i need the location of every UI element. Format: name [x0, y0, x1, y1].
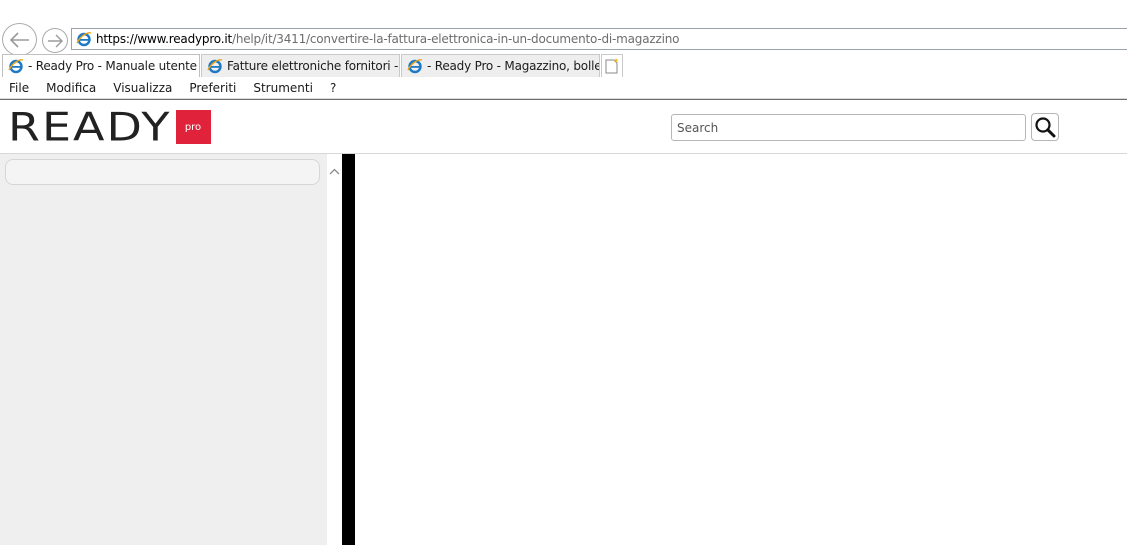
logo-wordmark: READY: [8, 104, 172, 150]
tab-label: - Ready Pro - Magazzino, bolle...: [427, 59, 600, 73]
menu-preferiti[interactable]: Preferiti: [180, 81, 244, 95]
menu-bar: File Modifica Visualizza Preferiti Strum…: [0, 77, 1127, 99]
forward-arrow-icon: [48, 34, 63, 47]
logo-badge: pro: [175, 110, 211, 144]
tab-fatture-elettroniche[interactable]: Fatture elettroniche fornitori - ...: [201, 54, 400, 77]
ie-page-icon: [207, 59, 223, 74]
forward-button[interactable]: [42, 28, 68, 53]
search-button[interactable]: [1031, 113, 1059, 141]
main-content: [355, 154, 1127, 545]
site-logo[interactable]: READY pro: [8, 107, 211, 147]
menu-strumenti[interactable]: Strumenti: [244, 81, 321, 95]
menu-help[interactable]: ?: [321, 81, 344, 95]
ie-page-icon: [76, 32, 92, 47]
toc-panel: [0, 154, 327, 545]
tab-label: Fatture elettroniche fornitori - ...: [227, 59, 400, 73]
toc-search-box[interactable]: [5, 159, 320, 185]
panel-divider[interactable]: [342, 154, 355, 545]
site-header: READY pro: [0, 99, 1127, 154]
tab-magazzino-bolle[interactable]: - Ready Pro - Magazzino, bolle...: [401, 54, 600, 77]
magnifier-icon: [1035, 117, 1056, 138]
new-tab-button[interactable]: [601, 54, 623, 77]
search-input[interactable]: [671, 114, 1026, 141]
url-text: https://www.readypro.it/help/it/3411/con…: [96, 32, 680, 46]
menu-file[interactable]: File: [0, 81, 37, 95]
ie-page-icon: [407, 59, 423, 74]
ie-page-icon: [8, 59, 24, 74]
navigation-bar: https://www.readypro.it/help/it/3411/con…: [0, 22, 1127, 56]
tab-label: - Ready Pro - Manuale utente: [28, 59, 197, 73]
toc-scrollbar[interactable]: [327, 154, 342, 545]
back-arrow-icon: [9, 31, 29, 48]
tab-manuale-utente[interactable]: - Ready Pro - Manuale utente ×: [2, 54, 200, 77]
tab-bar: - Ready Pro - Manuale utente × Fatture e…: [0, 54, 1127, 77]
chevron-up-icon: [329, 168, 340, 174]
new-tab-icon: [605, 58, 619, 74]
menu-modifica[interactable]: Modifica: [37, 81, 104, 95]
menu-visualizza[interactable]: Visualizza: [104, 81, 180, 95]
scroll-up-button[interactable]: [327, 162, 342, 180]
back-button[interactable]: [2, 23, 37, 56]
window-top-space: [0, 0, 1127, 22]
address-bar[interactable]: https://www.readypro.it/help/it/3411/con…: [71, 28, 1127, 50]
